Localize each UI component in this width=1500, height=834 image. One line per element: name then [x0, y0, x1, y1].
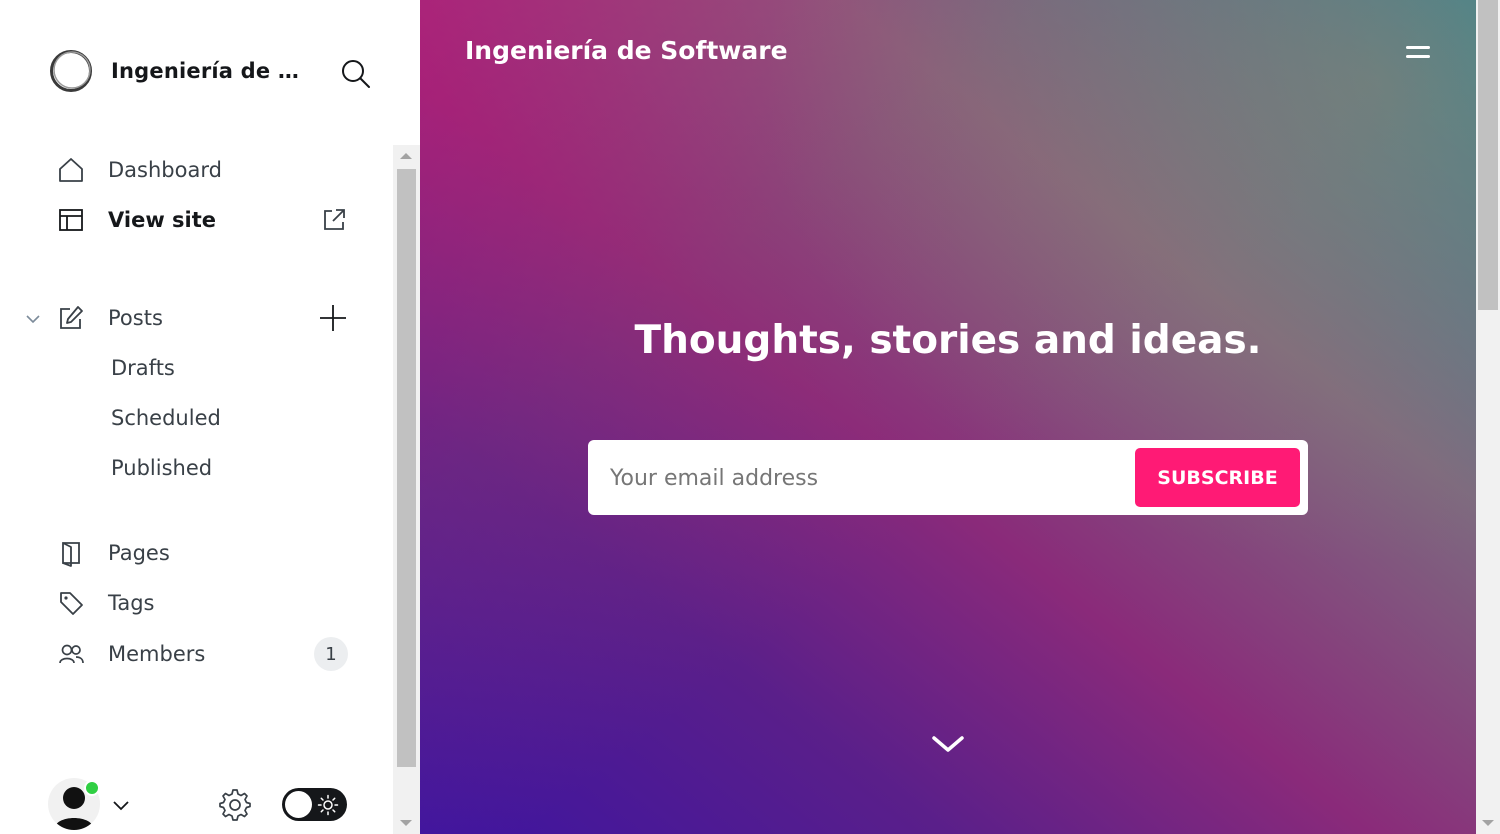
theme-toggle[interactable]: [282, 788, 347, 821]
preview-scrollbar[interactable]: [1476, 0, 1500, 834]
nav-dashboard[interactable]: Dashboard: [56, 152, 222, 188]
nav-pages-label: Pages: [108, 541, 170, 565]
nav-pages[interactable]: Pages: [56, 535, 170, 571]
nav-tags[interactable]: Tags: [56, 585, 155, 621]
logo-ring-icon: [50, 50, 92, 92]
chevron-down-icon[interactable]: [931, 733, 965, 755]
nav-tags-label: Tags: [108, 591, 155, 615]
scroll-down-arrow-icon[interactable]: [400, 820, 412, 826]
site-title[interactable]: Ingeniería de Software: [465, 36, 788, 65]
nav-dashboard-label: Dashboard: [108, 158, 222, 182]
home-icon: [56, 155, 86, 185]
sidebar-scrollbar[interactable]: [393, 145, 420, 834]
nav-published[interactable]: Published: [111, 456, 212, 480]
hamburger-menu-icon[interactable]: [1404, 42, 1432, 64]
brand-title: Ingeniería de Software: [111, 59, 311, 83]
sidebar-scrollbar-thumb[interactable]: [397, 169, 416, 767]
chevron-down-icon[interactable]: [22, 308, 44, 330]
search-icon[interactable]: [338, 56, 372, 90]
external-link-icon[interactable]: [320, 206, 348, 234]
nav-posts-label: Posts: [108, 306, 163, 330]
layout-icon: [56, 205, 86, 235]
nav-scheduled[interactable]: Scheduled: [111, 406, 221, 430]
toggle-knob: [285, 791, 312, 818]
members-count-badge: 1: [314, 637, 348, 671]
preview-scrollbar-thumb[interactable]: [1478, 0, 1498, 310]
nav-posts[interactable]: Posts: [56, 300, 163, 336]
nav-view-site[interactable]: View site: [56, 202, 216, 238]
user-menu-chevron-icon[interactable]: [110, 794, 132, 816]
nav-members[interactable]: Members: [56, 636, 205, 672]
brand[interactable]: Ingeniería de Software: [48, 48, 311, 94]
site-preview: Ingeniería de Software Thoughts, stories…: [420, 0, 1476, 834]
subscribe-button[interactable]: SUBSCRIBE: [1135, 448, 1300, 507]
nav-drafts[interactable]: Drafts: [111, 356, 175, 380]
scroll-up-arrow-icon[interactable]: [400, 153, 412, 159]
hero-headline: Thoughts, stories and ideas.: [634, 318, 1262, 363]
online-status-indicator: [84, 780, 100, 796]
sun-icon: [317, 794, 339, 816]
page-icon: [56, 538, 86, 568]
email-input[interactable]: [610, 460, 1110, 496]
nav-view-site-label: View site: [108, 208, 217, 232]
plus-icon[interactable]: [316, 301, 350, 335]
nav-members-label: Members: [108, 642, 206, 666]
scroll-down-arrow-icon[interactable]: [1482, 820, 1494, 826]
gear-icon[interactable]: [216, 786, 254, 824]
admin-sidebar: Ingeniería de Software Dashboard View si…: [0, 0, 420, 834]
edit-icon: [56, 303, 86, 333]
tag-icon: [56, 588, 86, 618]
members-icon: [56, 639, 86, 669]
subscribe-form: SUBSCRIBE: [588, 440, 1308, 515]
